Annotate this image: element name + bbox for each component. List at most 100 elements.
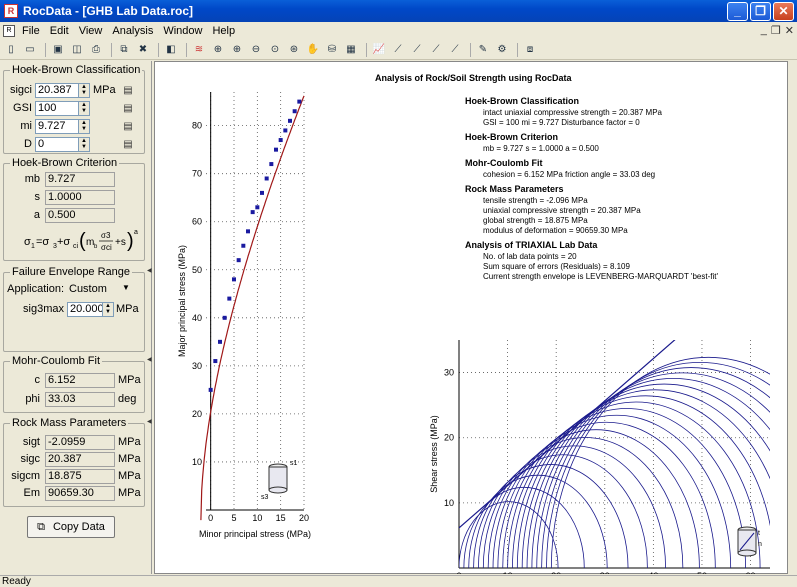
open-icon[interactable]: ▭ [22, 42, 38, 58]
sigci-calculator-icon[interactable]: ▤ [118, 84, 138, 98]
inset-label: s1 [290, 460, 298, 467]
zoom-in-icon[interactable]: ⊕ [229, 42, 245, 58]
gsi-calculator-icon[interactable]: ▤ [118, 102, 138, 116]
chart-4-icon[interactable]: ⟋ [428, 42, 444, 58]
chart-3-icon[interactable]: ⟋ [409, 42, 425, 58]
svg-text:(: ( [79, 230, 86, 252]
mi-field[interactable]: 9.727 [35, 119, 79, 134]
chart-1-icon[interactable]: 📈 [371, 42, 387, 58]
section-line: intact uniaxial compressive strength = 2… [483, 108, 662, 117]
vertical-scrollbar[interactable] [788, 61, 797, 574]
x-tick-label: 10 [503, 571, 513, 574]
section-line: modulus of deformation = 90659.30 MPa [483, 226, 628, 235]
new-icon[interactable]: ▯ [3, 42, 19, 58]
toolbar-separator [45, 42, 46, 57]
document-icon[interactable]: R [3, 25, 15, 37]
sigc-label: sigc [20, 453, 40, 465]
d-spinner[interactable]: ▲ ▼ [78, 137, 90, 152]
data-point [232, 277, 236, 282]
print-icon[interactable]: ⎙ [88, 42, 104, 58]
mohr-circle [463, 487, 585, 568]
sigt-label: sigt [22, 436, 40, 448]
application-select[interactable]: Custom [69, 283, 107, 295]
menu-analysis[interactable]: Analysis [107, 25, 158, 37]
chart-5-icon[interactable]: ⟋ [447, 42, 463, 58]
zoom-window-icon[interactable]: ⊛ [286, 42, 302, 58]
group-title: Hoek-Brown Criterion [10, 157, 120, 169]
sigci-field[interactable]: 20.387 [35, 83, 79, 98]
collapse-arrow-icon[interactable]: ◀ [147, 267, 152, 275]
fit-icon[interactable]: ✎ [475, 42, 491, 58]
svg-text:a: a [134, 229, 138, 236]
menu-window[interactable]: Window [158, 25, 207, 37]
chevron-down-icon[interactable]: ▼ [122, 283, 130, 292]
d-calculator-icon[interactable]: ▤ [118, 138, 138, 152]
sig3max-field[interactable]: 20.0000 [67, 302, 110, 317]
input-panel: Hoek-Brown Classification sigci 20.387 ▲… [0, 61, 152, 574]
mb-label: mb [24, 173, 40, 185]
mdi-minimize-icon[interactable]: _ [761, 24, 767, 37]
gsi-spinner[interactable]: ▲ ▼ [78, 101, 90, 116]
a-label: a [33, 209, 40, 221]
c-value: 6.152 [45, 373, 115, 388]
menu-view[interactable]: View [74, 25, 108, 37]
pan-icon[interactable]: ✋ [305, 42, 321, 58]
zoom-all-icon[interactable]: ⊕ [210, 42, 226, 58]
data-point [213, 359, 218, 364]
menu-help[interactable]: Help [207, 25, 240, 37]
gsi-field[interactable]: 100 [35, 101, 79, 116]
data-point [274, 147, 278, 152]
save-icon[interactable]: ▣ [50, 42, 66, 58]
print-preview-icon[interactable]: ◫ [69, 42, 85, 58]
sigcm-value: 18.875 [45, 469, 115, 484]
info-icon[interactable]: ⧈ [522, 42, 538, 58]
data-point [288, 118, 292, 123]
mi-spinner[interactable]: ▲ ▼ [78, 119, 90, 134]
sig3max-spinner[interactable]: ▲ ▼ [102, 302, 114, 317]
chart-2-icon[interactable]: ⟋ [390, 42, 406, 58]
zoom-out-icon[interactable]: ⊖ [248, 42, 264, 58]
data-icon[interactable]: ⛁ [324, 42, 340, 58]
copy-data-button[interactable]: ⧉ Copy Data [27, 516, 115, 538]
collapse-arrow-icon[interactable]: ◀ [147, 356, 152, 364]
data-point [283, 128, 288, 133]
phi-label: phi [25, 393, 40, 405]
panel-icon[interactable]: ◧ [163, 42, 179, 58]
menu-edit[interactable]: Edit [45, 25, 74, 37]
section-line: uniaxial compressive strength = 20.387 M… [483, 206, 641, 215]
phi-value: 33.03 [45, 392, 115, 407]
svg-text:σ: σ [24, 236, 31, 248]
specimen-icon [268, 486, 288, 494]
toolbar-separator [186, 42, 187, 57]
mi-calculator-icon[interactable]: ▤ [118, 120, 138, 134]
menu-file[interactable]: File [17, 25, 45, 37]
close-button[interactable]: ✕ [773, 2, 794, 21]
mohr-circle [502, 415, 732, 568]
d-field[interactable]: 0 [35, 137, 79, 152]
rock-mass-group: Rock Mass Parameters sigt -2.0959 MPa si… [3, 417, 145, 507]
inset-label: s3 [261, 494, 269, 501]
toolbar-separator [517, 42, 518, 57]
colors-icon[interactable]: ≋ [191, 42, 207, 58]
sigt-value: -2.0959 [45, 435, 115, 450]
export-icon[interactable]: ✖ [135, 42, 151, 58]
svg-text:): ) [127, 230, 134, 252]
y-tick-label: 20 [192, 409, 202, 419]
collapse-arrow-icon[interactable]: ◀ [147, 418, 152, 426]
zoom-extents-icon[interactable]: ⊙ [267, 42, 283, 58]
data-point [222, 315, 227, 320]
mdi-restore-icon[interactable]: ❐ [771, 24, 781, 37]
section-heading: Hoek-Brown Criterion [465, 132, 559, 142]
maximize-button[interactable]: ❐ [750, 2, 771, 21]
sigci-spinner[interactable]: ▲ ▼ [78, 83, 90, 98]
settings-icon[interactable]: ⚙ [494, 42, 510, 58]
y-tick-label: 40 [192, 313, 202, 323]
toolbar-separator [366, 42, 367, 57]
minimize-button[interactable]: _ [727, 2, 748, 21]
table-icon[interactable]: ▦ [343, 42, 359, 58]
mdi-close-icon[interactable]: ✕ [785, 24, 794, 37]
sigcm-label: sigcm [11, 470, 40, 482]
x-tick-label: 30 [600, 571, 610, 574]
copy-icon[interactable]: ⧉ [116, 42, 132, 58]
report-canvas: Analysis of Rock/Soil Strength using Roc… [154, 61, 788, 574]
